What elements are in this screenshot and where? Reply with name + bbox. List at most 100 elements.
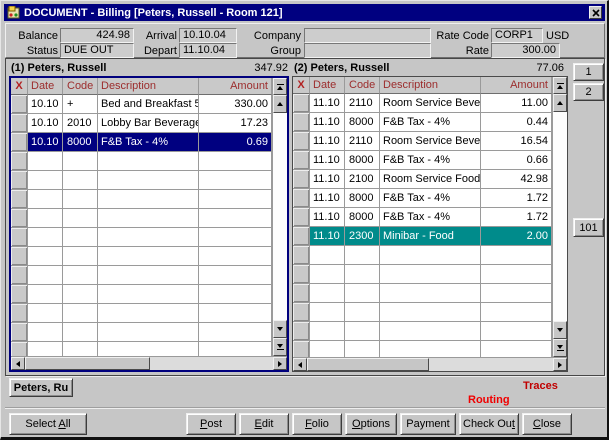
scroll-down-button[interactable] bbox=[273, 320, 287, 338]
check-out-button[interactable]: Check Out bbox=[459, 413, 519, 435]
title-bar[interactable]: DOCUMENT - Billing [Peters, Russell - Ro… bbox=[4, 4, 605, 21]
rate-field[interactable]: 300.00 bbox=[491, 43, 560, 58]
grid-row-empty bbox=[11, 228, 272, 247]
scroll-track[interactable] bbox=[429, 358, 553, 371]
folio-1-grid[interactable]: XDateCodeDescriptionAmount10.10+Bed and … bbox=[9, 76, 289, 372]
row-selector bbox=[11, 266, 28, 285]
select-all-button[interactable]: Select All bbox=[9, 413, 87, 435]
window-button-2[interactable]: 2 bbox=[573, 83, 604, 101]
cell-code: 8000 bbox=[63, 133, 98, 152]
scroll-bottom-button[interactable] bbox=[273, 338, 287, 356]
grid-row[interactable]: 11.102300Minibar - Food2.00 bbox=[293, 227, 552, 246]
grid-row[interactable]: 11.108000F&B Tax - 4%1.72 bbox=[293, 189, 552, 208]
column-header-x: X bbox=[293, 77, 310, 94]
cell-code: 2300 bbox=[345, 227, 380, 246]
close-button-footer[interactable]: Close bbox=[522, 413, 572, 435]
window-button-101[interactable]: 101 bbox=[573, 218, 604, 237]
window-button-1[interactable]: 1 bbox=[573, 63, 604, 81]
scroll-top-button[interactable] bbox=[273, 78, 287, 95]
grid-row[interactable]: 10.10+Bed and Breakfast 5464330.00 bbox=[11, 95, 272, 114]
arrival-field[interactable]: 10.10.04 bbox=[179, 28, 237, 43]
scroll-left-button[interactable] bbox=[11, 357, 25, 370]
row-selector[interactable] bbox=[293, 208, 310, 227]
grid-row[interactable]: 11.108000F&B Tax - 4%1.72 bbox=[293, 208, 552, 227]
scroll-bottom-button[interactable] bbox=[553, 339, 567, 357]
company-field[interactable] bbox=[304, 28, 431, 43]
folio-1-vertical-scrollbar[interactable] bbox=[272, 78, 287, 356]
cell-empty bbox=[345, 284, 380, 303]
traces-indicator[interactable]: Traces bbox=[523, 380, 558, 392]
scroll-left-button[interactable] bbox=[293, 358, 307, 371]
rate-code-field[interactable]: CORP1 bbox=[491, 28, 543, 43]
grid-row[interactable]: 11.102100Room Service Food42.98 bbox=[293, 170, 552, 189]
row-selector[interactable] bbox=[293, 170, 310, 189]
scroll-right-button[interactable] bbox=[553, 358, 567, 371]
cell-empty bbox=[481, 284, 552, 303]
row-selector[interactable] bbox=[293, 94, 310, 113]
depart-field[interactable]: 11.10.04 bbox=[179, 43, 237, 58]
grid-row[interactable]: 11.108000F&B Tax - 4%0.66 bbox=[293, 151, 552, 170]
scroll-up-button[interactable] bbox=[273, 95, 287, 113]
grid-row-empty bbox=[293, 284, 552, 303]
cell-empty bbox=[380, 265, 481, 284]
cell-empty bbox=[380, 284, 481, 303]
scroll-down-button[interactable] bbox=[553, 321, 567, 339]
grid-row-empty bbox=[293, 303, 552, 322]
cell-empty bbox=[98, 266, 199, 285]
scroll-right-button[interactable] bbox=[273, 357, 287, 370]
scroll-track[interactable] bbox=[273, 113, 287, 320]
close-button[interactable] bbox=[589, 6, 602, 19]
row-selector[interactable] bbox=[293, 113, 310, 132]
folio-1-horizontal-scrollbar[interactable] bbox=[11, 356, 287, 370]
row-selector[interactable] bbox=[293, 227, 310, 246]
row-selector[interactable] bbox=[293, 189, 310, 208]
row-selector[interactable] bbox=[293, 151, 310, 170]
post-button[interactable]: Post bbox=[186, 413, 236, 435]
grid-row[interactable]: 11.102110Room Service Beverage16.54 bbox=[293, 132, 552, 151]
grid-row[interactable]: 11.108000F&B Tax - 4%0.44 bbox=[293, 113, 552, 132]
grid-row-empty bbox=[11, 285, 272, 304]
group-label: Group bbox=[245, 45, 301, 58]
group-field[interactable] bbox=[304, 43, 431, 58]
folio-2-vertical-scrollbar[interactable] bbox=[552, 77, 567, 357]
row-selector[interactable] bbox=[11, 114, 28, 133]
guest-window-tab[interactable]: Peters, Ru bbox=[9, 378, 73, 397]
scrollbar-thumb[interactable] bbox=[307, 358, 429, 371]
row-selector bbox=[11, 190, 28, 209]
cell-empty bbox=[63, 171, 98, 190]
scroll-up-icon bbox=[277, 102, 283, 106]
scroll-top-icon bbox=[557, 83, 564, 84]
scroll-up-button[interactable] bbox=[553, 94, 567, 112]
scroll-bottom-icon bbox=[277, 349, 284, 350]
cell-amount: 330.00 bbox=[199, 95, 272, 114]
balance-label: Balance bbox=[8, 30, 58, 43]
row-selector[interactable] bbox=[11, 133, 28, 152]
scrollbar-thumb[interactable] bbox=[25, 357, 150, 370]
grid-header-row: XDateCodeDescriptionAmount bbox=[293, 77, 552, 94]
edit-button[interactable]: Edit bbox=[239, 413, 289, 435]
options-button[interactable]: Options bbox=[345, 413, 397, 435]
folio-button[interactable]: Folio bbox=[292, 413, 342, 435]
payment-button[interactable]: Payment bbox=[400, 413, 456, 435]
cell-code: 8000 bbox=[345, 208, 380, 227]
cell-empty bbox=[380, 303, 481, 322]
row-selector[interactable] bbox=[293, 132, 310, 151]
cell-empty bbox=[310, 246, 345, 265]
grid-row[interactable]: 11.102110Room Service Beverage11.00 bbox=[293, 94, 552, 113]
folio-2-grid[interactable]: XDateCodeDescriptionAmount11.102110Room … bbox=[292, 76, 568, 372]
cell-date: 11.10 bbox=[310, 113, 345, 132]
cell-date: 11.10 bbox=[310, 189, 345, 208]
grid-row[interactable]: 10.102010Lobby Bar Beverage17.23 bbox=[11, 114, 272, 133]
routing-indicator[interactable]: Routing bbox=[468, 394, 510, 406]
cell-description: F&B Tax - 4% bbox=[98, 133, 199, 152]
row-selector bbox=[11, 171, 28, 190]
row-selector[interactable] bbox=[11, 95, 28, 114]
scroll-top-button[interactable] bbox=[553, 77, 567, 94]
grid-row[interactable]: 10.108000F&B Tax - 4%0.69 bbox=[11, 133, 272, 152]
cell-empty bbox=[98, 152, 199, 171]
folio-1-total: 347.92 bbox=[254, 62, 288, 75]
cell-empty bbox=[63, 285, 98, 304]
scroll-track[interactable] bbox=[150, 357, 273, 370]
scroll-track[interactable] bbox=[553, 112, 567, 321]
folio-2-horizontal-scrollbar[interactable] bbox=[293, 357, 567, 371]
